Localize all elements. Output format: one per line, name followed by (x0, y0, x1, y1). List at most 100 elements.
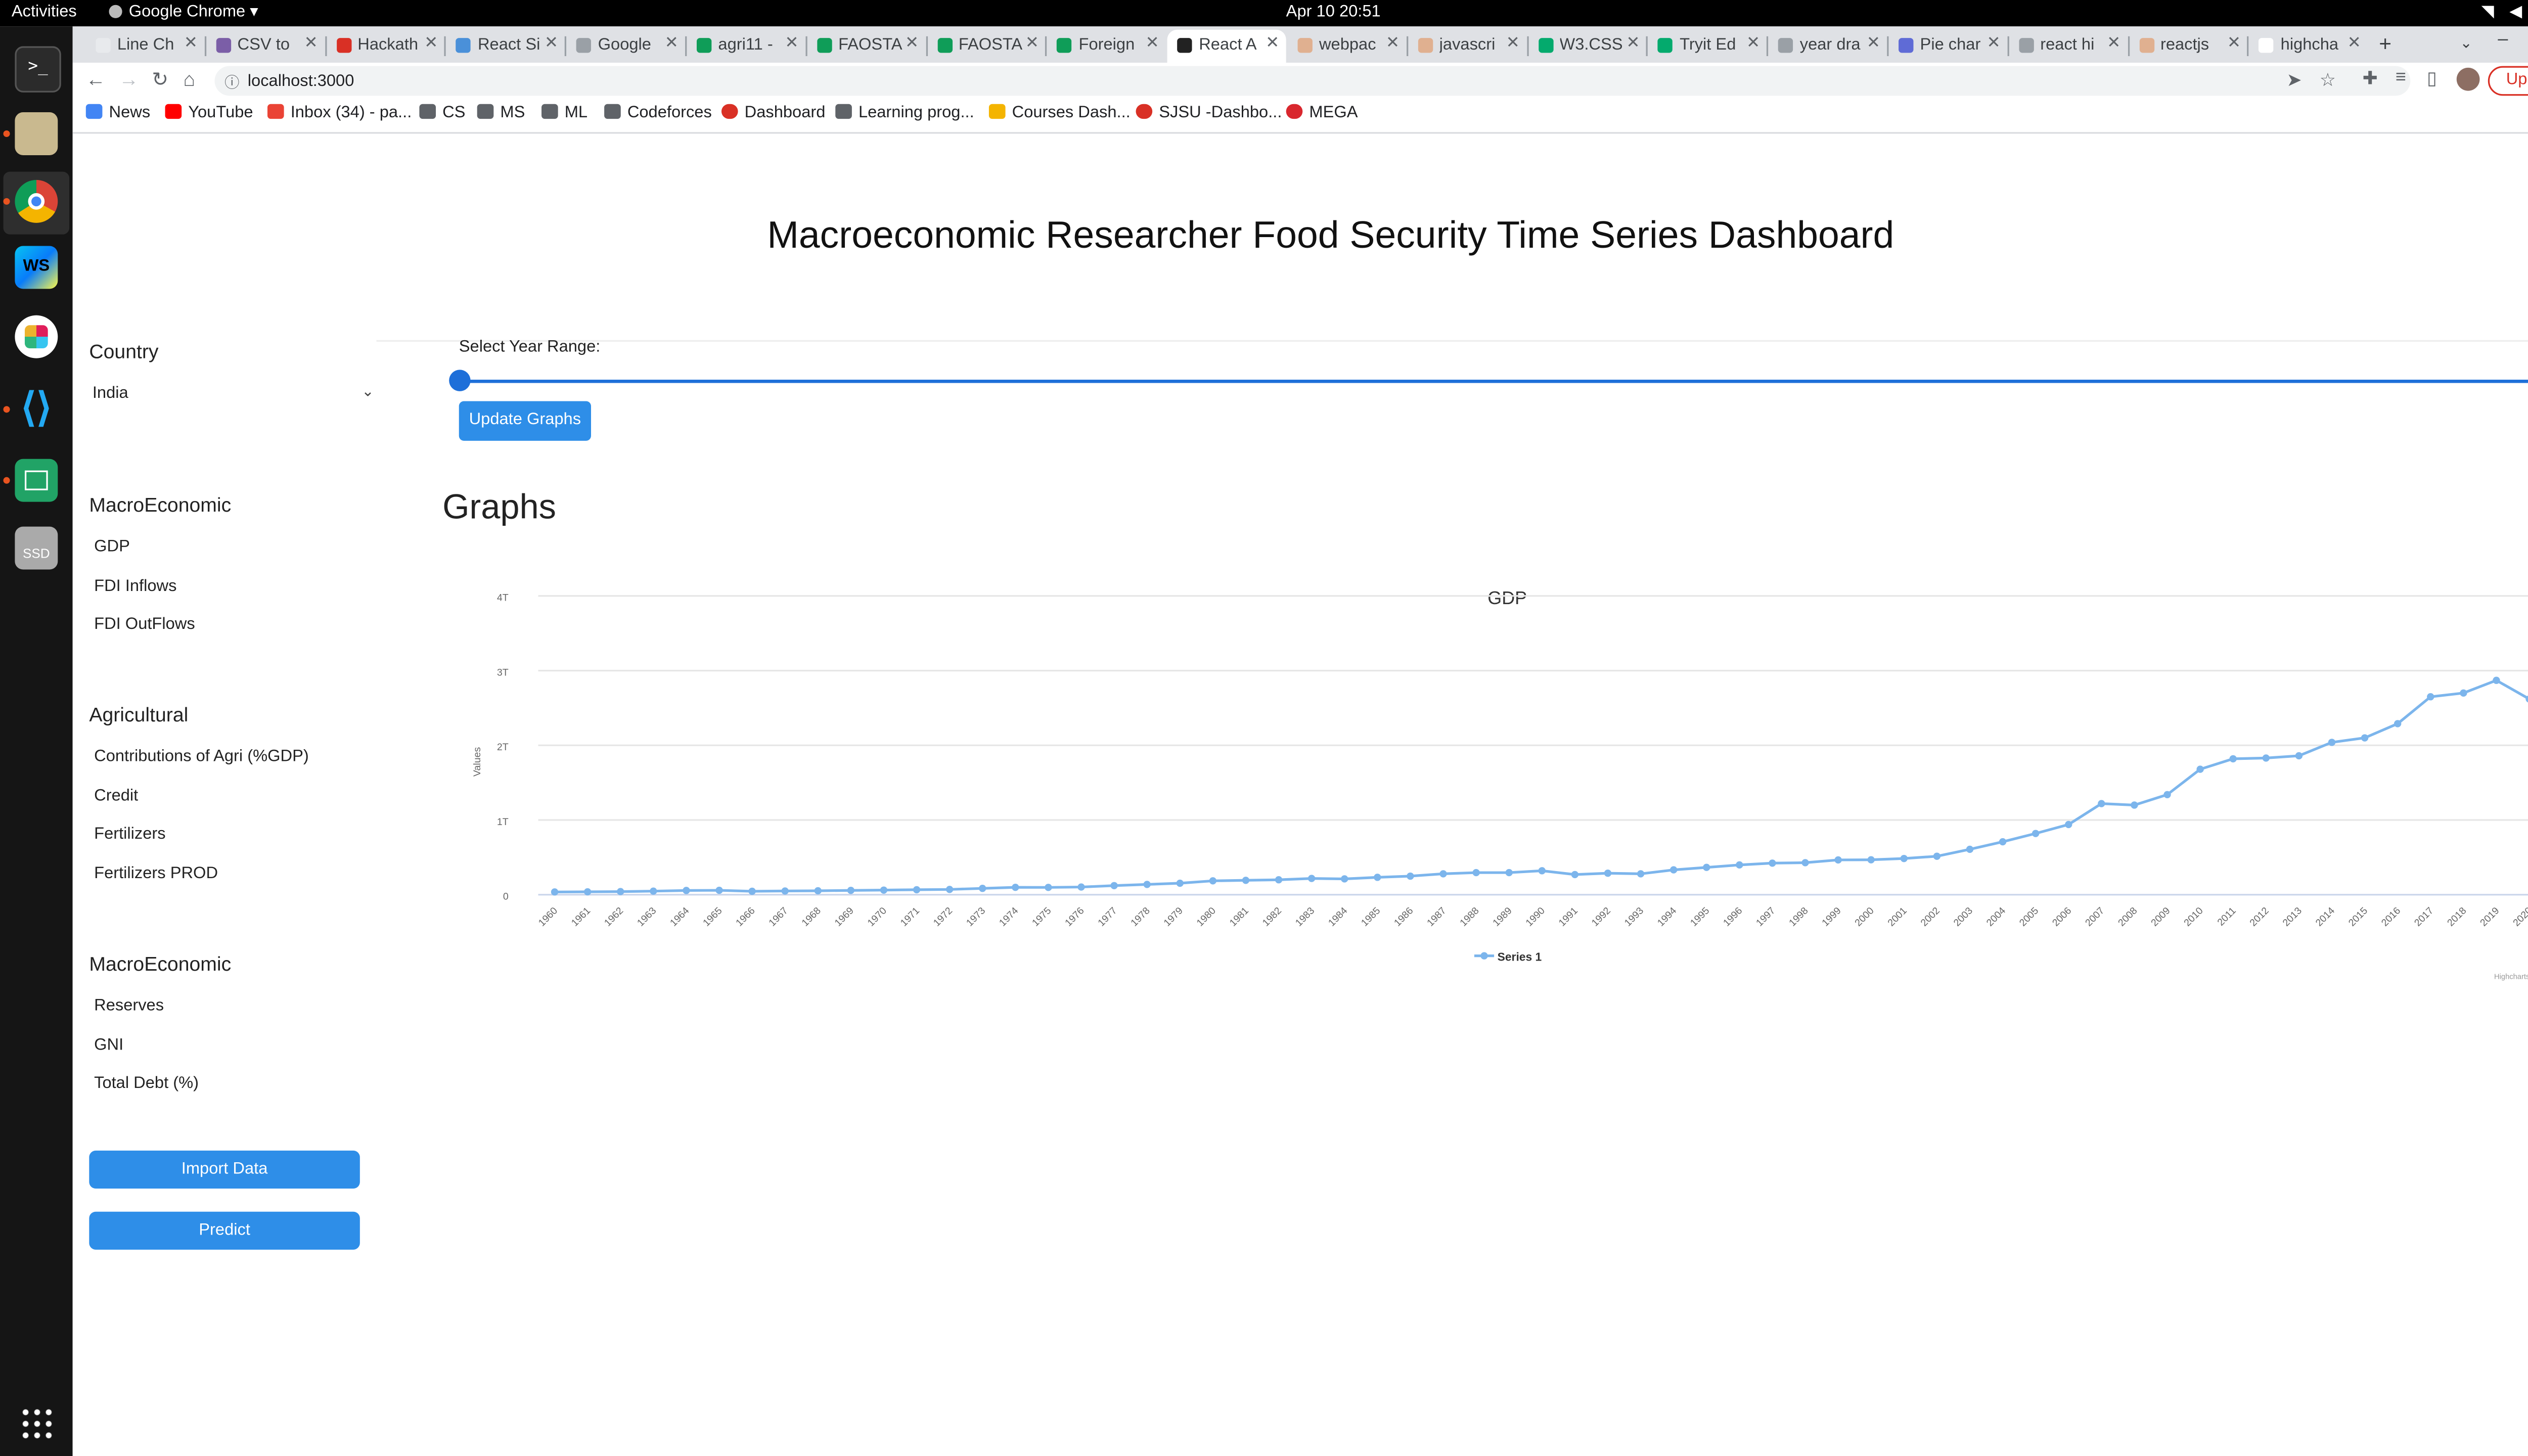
bookmark-item[interactable]: Dashboard (721, 104, 825, 122)
bookmark-item[interactable]: YouTube (165, 104, 253, 122)
sidebar-item[interactable]: Fertilizers (94, 826, 166, 844)
browser-tab[interactable]: Hackath ✕ (326, 30, 444, 63)
bookmark-item[interactable]: News (85, 104, 150, 122)
browser-tab[interactable]: Google ✕ (567, 30, 685, 63)
browser-tab[interactable]: year dra ✕ (1769, 30, 1887, 63)
y-tick-label: 2T (497, 742, 509, 753)
tab-close-icon[interactable]: ✕ (1626, 35, 1640, 53)
sidebar-item[interactable]: Credit (94, 787, 138, 805)
browser-tab[interactable]: react hi ✕ (2009, 30, 2127, 63)
browser-tab[interactable]: React Si ✕ (446, 30, 565, 63)
browser-tab[interactable]: W3.CSS ✕ (1528, 30, 1646, 63)
tab-close-icon[interactable]: ✕ (2107, 35, 2120, 53)
bookmark-item[interactable]: MS (477, 104, 525, 122)
volume-icon[interactable]: ◀ (2509, 4, 2522, 22)
tab-close-icon[interactable]: ✕ (665, 35, 679, 53)
sidebar-item[interactable]: GDP (94, 538, 130, 556)
extensions-icon[interactable]: ✚ (2363, 68, 2378, 89)
tab-close-icon[interactable]: ✕ (1145, 35, 1159, 53)
clock[interactable]: Apr 10 20:51 (1286, 4, 1381, 22)
tab-close-icon[interactable]: ✕ (184, 35, 198, 53)
ssd-drive-icon[interactable]: SSD (15, 526, 58, 570)
update-button[interactable]: Update⋮ (2488, 66, 2528, 96)
bookmark-item[interactable]: MEGA (1286, 104, 1358, 122)
tab-search-chevron-icon[interactable]: ⌄ (2460, 35, 2472, 53)
x-tick-label: 2014 (2314, 905, 2337, 928)
import-data-button[interactable]: Import Data (89, 1150, 360, 1189)
tab-close-icon[interactable]: ✕ (304, 35, 318, 53)
bookmark-item[interactable]: SJSU -Dashbo... (1136, 104, 1282, 122)
app-name: Google Chrome (128, 3, 246, 22)
app-menu[interactable]: Google Chrome ▾ (109, 3, 258, 22)
browser-tab[interactable]: reactjs ✕ (2129, 30, 2247, 63)
side-panel-icon[interactable]: ▯ (2427, 68, 2437, 89)
browser-tab[interactable]: highcha ✕ (2249, 30, 2368, 63)
home-icon[interactable]: ⌂ (183, 68, 195, 91)
sidebar-item[interactable]: GNI (94, 1036, 123, 1055)
tab-close-icon[interactable]: ✕ (1746, 35, 1760, 53)
sidebar-item[interactable]: FDI Inflows (94, 577, 176, 596)
update-graphs-button[interactable]: Update Graphs (459, 401, 591, 441)
sidebar-item[interactable]: Total Debt (%) (94, 1075, 199, 1094)
browser-tab[interactable]: agri11 - ✕ (687, 30, 805, 63)
tab-close-icon[interactable]: ✕ (1025, 35, 1039, 53)
files-icon[interactable] (15, 112, 58, 155)
browser-tab[interactable]: Pie char ✕ (1889, 30, 2007, 63)
back-icon[interactable]: ← (86, 68, 106, 91)
bookmark-item[interactable]: CS (419, 104, 466, 122)
bookmark-item[interactable]: Learning prog... (835, 104, 974, 122)
app-grid-icon[interactable] (20, 1406, 53, 1440)
bookmark-item[interactable]: ML (541, 104, 588, 122)
tab-close-icon[interactable]: ✕ (1266, 35, 1279, 53)
chrome-icon[interactable] (15, 179, 58, 223)
reload-icon[interactable]: ↻ (152, 68, 168, 91)
spreadsheet-icon[interactable] (15, 459, 58, 502)
tab-close-icon[interactable]: ✕ (2227, 35, 2241, 53)
terminal-icon[interactable]: >_ (15, 46, 61, 93)
sidebar-item[interactable]: FDI OutFlows (94, 616, 195, 634)
activities-button[interactable]: Activities (12, 4, 77, 22)
bookmark-item[interactable]: Courses Dash... (988, 104, 1131, 122)
browser-tab[interactable]: FAOSTA ✕ (927, 30, 1046, 63)
wifi-icon[interactable]: ◥ (2481, 4, 2494, 22)
slack-icon[interactable] (15, 315, 58, 358)
browser-tab[interactable]: React A ✕ (1167, 29, 1286, 63)
sidebar-item[interactable]: Reserves (94, 997, 164, 1015)
forward-icon[interactable]: → (119, 68, 139, 91)
tab-close-icon[interactable]: ✕ (545, 35, 558, 53)
sidebar-item[interactable]: Fertilizers PROD (94, 865, 218, 883)
address-bar[interactable]: ⓘ localhost:3000 ➤ ☆ (214, 66, 2411, 96)
tab-close-icon[interactable]: ✕ (905, 35, 919, 53)
year-range-start-handle[interactable] (449, 370, 471, 391)
browser-tab[interactable]: FAOSTA ✕ (807, 30, 925, 63)
tab-close-icon[interactable]: ✕ (1386, 35, 1400, 53)
bookmark-star-icon[interactable]: ☆ (2320, 69, 2336, 90)
country-select[interactable]: India ⌄ (89, 378, 378, 411)
send-icon[interactable]: ➤ (2286, 69, 2301, 90)
browser-tab[interactable]: Foreign ✕ (1047, 30, 1165, 63)
browser-tab[interactable]: CSV to ✕ (206, 30, 324, 63)
predict-button[interactable]: Predict (89, 1211, 360, 1250)
browser-tab[interactable]: Line Ch ✕ (86, 30, 204, 63)
tab-close-icon[interactable]: ✕ (424, 35, 438, 53)
data-point (1604, 870, 1612, 877)
webstorm-icon[interactable]: WS (15, 246, 58, 289)
profile-avatar[interactable] (2456, 67, 2480, 91)
site-info-icon[interactable]: ⓘ (224, 71, 239, 92)
vscode-icon[interactable]: ⟨⟩ (15, 387, 58, 431)
bookmark-item[interactable]: Inbox (34) - pa... (267, 104, 412, 122)
media-icon[interactable]: ≡ (2396, 68, 2406, 87)
bookmark-item[interactable]: Codeforces (604, 104, 712, 122)
minimize-icon[interactable]: – (2498, 30, 2508, 50)
sidebar-item[interactable]: Contributions of Agri (%GDP) (94, 748, 309, 766)
tab-close-icon[interactable]: ✕ (2348, 35, 2361, 53)
tab-close-icon[interactable]: ✕ (1987, 35, 2000, 53)
tab-close-icon[interactable]: ✕ (785, 35, 798, 53)
new-tab-icon[interactable]: + (2379, 31, 2391, 56)
browser-tab[interactable]: Tryit Ed ✕ (1648, 30, 1767, 63)
browser-tab[interactable]: javascri ✕ (1408, 30, 1526, 63)
tab-close-icon[interactable]: ✕ (1867, 35, 1880, 53)
browser-tab[interactable]: webpac ✕ (1288, 30, 1406, 63)
tab-close-icon[interactable]: ✕ (1506, 35, 1520, 53)
year-range-track[interactable] (459, 380, 2528, 383)
